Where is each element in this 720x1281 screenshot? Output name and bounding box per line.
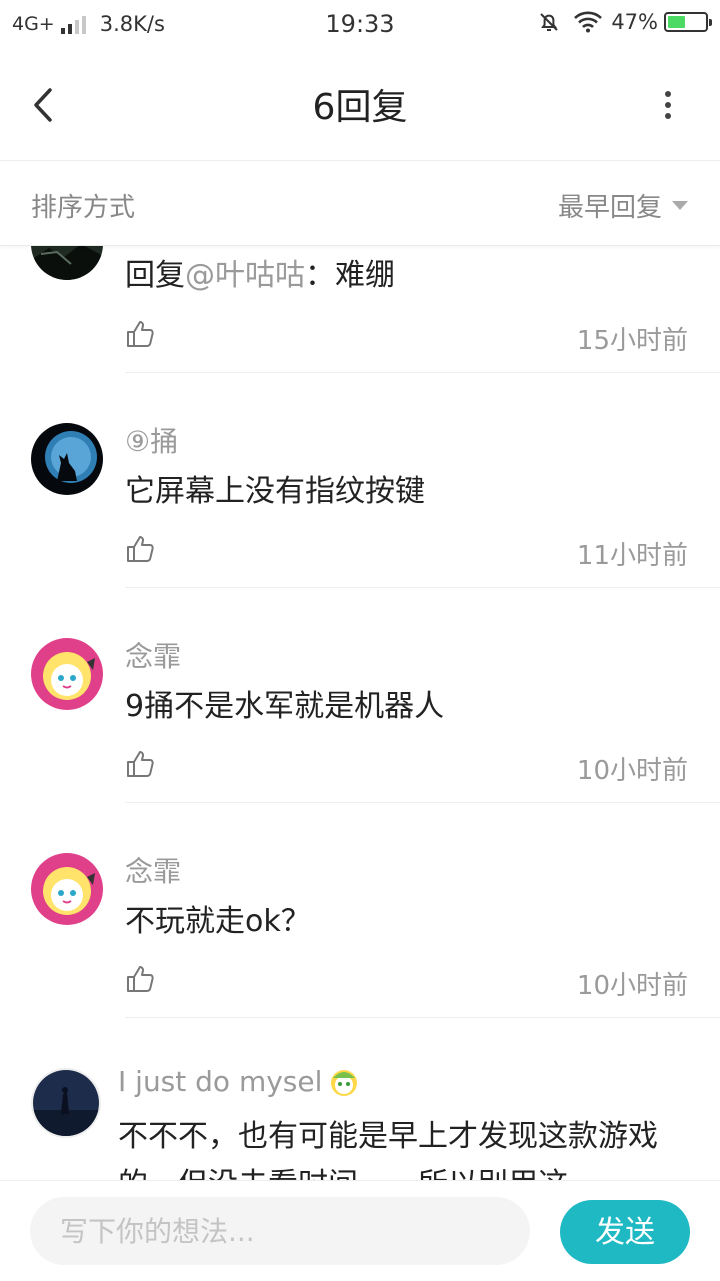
avatar[interactable]	[31, 853, 103, 925]
anime-girl-avatar	[31, 638, 103, 710]
reply-text: 9捅不是水军就是机器人	[125, 689, 445, 724]
caret-down-icon	[672, 201, 688, 210]
username[interactable]: 念霏	[125, 635, 181, 675]
reply-time: 10小时前	[576, 756, 688, 786]
reply-body: ：难绷	[305, 258, 395, 293]
battery-tip	[709, 19, 712, 26]
anime-girl-avatar	[31, 853, 103, 925]
sort-dropdown[interactable]: 最早回复	[558, 187, 688, 224]
reply-text: 回复@叶咕咕：难绷	[125, 252, 680, 300]
page-title: 6回复	[312, 87, 408, 128]
avatar[interactable]	[31, 423, 103, 495]
emoji-sticker-icon	[331, 1069, 358, 1096]
wolf-moon-avatar	[31, 423, 103, 495]
username-text: I just do mysel	[118, 1065, 323, 1098]
mute-bell-icon	[540, 13, 559, 31]
username[interactable]: 念霏	[125, 850, 181, 890]
reply-time: 11小时前	[576, 541, 688, 571]
avatar[interactable]	[31, 1068, 101, 1138]
thumbs-up-icon[interactable]	[125, 534, 155, 564]
reply-list[interactable]: 回复@叶咕咕：难绷 15小时前 ⑨捅 它屏幕上没有指纹按键 11小时前 念霏 9…	[0, 246, 720, 1180]
dark-photo-avatar	[31, 246, 103, 280]
thumbs-up-icon[interactable]	[125, 964, 155, 994]
night-scene-avatar	[33, 1070, 99, 1136]
reply-text: 不不不，也有可能是早上才发现这款游戏的，但没去看时间……所以别用这	[118, 1119, 658, 1180]
reply-text: 它屏幕上没有指纹按键	[125, 474, 425, 509]
sort-bar: 排序方式 最早回复	[0, 161, 720, 246]
divider	[125, 372, 720, 373]
divider	[125, 1017, 720, 1018]
wifi-icon	[574, 11, 603, 33]
reply-time: 10小时前	[576, 971, 688, 1001]
top-bar: 6回复	[0, 50, 720, 161]
thumbs-up-icon[interactable]	[125, 749, 155, 779]
send-button[interactable]: 发送	[560, 1200, 690, 1264]
divider	[125, 802, 720, 803]
avatar[interactable]	[31, 638, 103, 710]
reply-prefix: 回复	[125, 258, 185, 293]
sort-label: 排序方式	[31, 193, 136, 223]
reply-text: 不玩就走ok？	[125, 904, 311, 939]
comment-composer: 发送	[0, 1180, 720, 1281]
reply-time: 15小时前	[576, 326, 688, 356]
avatar[interactable]	[31, 246, 103, 280]
thumbs-up-icon[interactable]	[125, 319, 155, 349]
status-right: 47%	[537, 10, 712, 34]
sort-selected: 最早回复	[557, 193, 662, 223]
battery-percent: 47%	[611, 10, 658, 34]
mention-link[interactable]: @叶咕咕	[185, 258, 305, 293]
battery-icon	[664, 12, 712, 32]
divider	[125, 587, 720, 588]
comment-input[interactable]	[30, 1197, 530, 1265]
username[interactable]: ⑨捅	[125, 420, 178, 460]
more-vertical-icon[interactable]	[656, 88, 680, 124]
status-bar: 4G+ 3.8K/s 19:33 47%	[0, 0, 720, 50]
username[interactable]: I just do mysel	[118, 1065, 360, 1098]
battery-fill	[668, 16, 685, 28]
